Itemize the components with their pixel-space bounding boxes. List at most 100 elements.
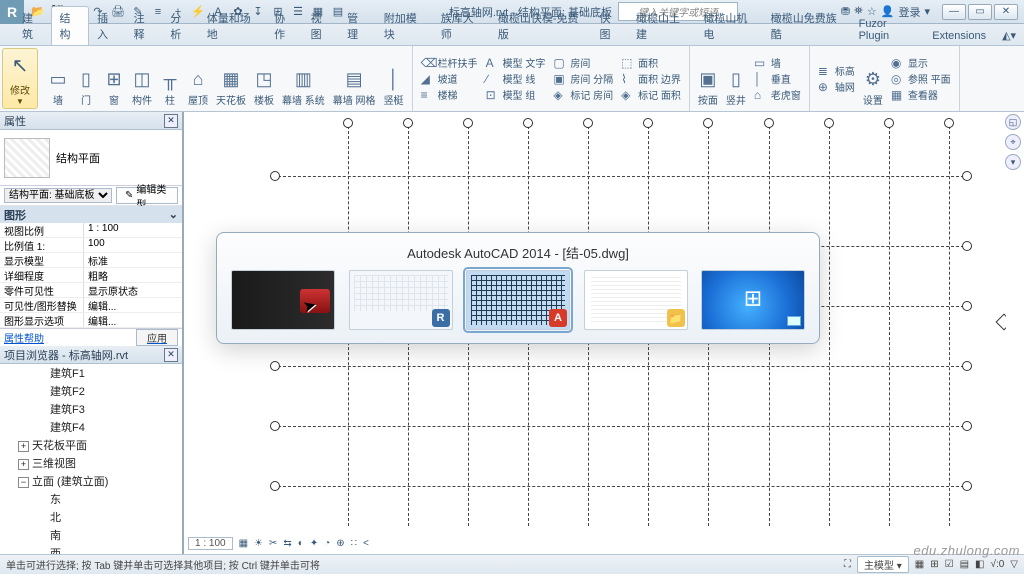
ribbon-button[interactable]: ⌇面积 边界 (621, 71, 681, 86)
property-row[interactable]: 图形显示选项编辑... (0, 313, 182, 328)
grid-bubble[interactable] (962, 361, 972, 371)
ribbon-button[interactable]: ≡楼梯 (421, 87, 478, 102)
ribbon-button[interactable]: ⬚面积 (621, 55, 681, 70)
steering-icon[interactable]: ⌖ (1005, 134, 1021, 150)
edit-type-button[interactable]: ✎编辑类型 (116, 187, 178, 204)
properties-section-graphics[interactable]: 图形⌄ (0, 206, 182, 223)
grid-line-horizontal[interactable] (278, 176, 964, 177)
project-browser[interactable]: 建筑F1建筑F2建筑F3建筑F4+天花板平面+三维视图−立面 (建筑立面)东北南… (0, 364, 182, 554)
tab-manage[interactable]: 管理 (339, 7, 376, 45)
ribbon-button[interactable]: ▯竖井 (722, 48, 750, 109)
ribbon-button[interactable]: ▦天花板 (212, 48, 250, 109)
sun-icon[interactable]: ✂ (269, 538, 277, 549)
reveal-icon[interactable]: ∷ (351, 538, 357, 549)
grid-bubble[interactable] (703, 118, 713, 128)
property-value[interactable]: 标准 (84, 253, 182, 267)
property-value[interactable]: 粗略 (84, 268, 182, 282)
grid-bubble[interactable] (962, 241, 972, 251)
ribbon-button[interactable]: ▣房间 分隔 (553, 71, 613, 86)
hide-icon[interactable]: ⊕ (336, 538, 344, 549)
tree-node[interactable]: 南 (0, 526, 182, 544)
ribbon-button[interactable]: ◫构件 (128, 48, 156, 109)
ribbon-button[interactable]: ∕模型 线 (486, 71, 546, 86)
help-icon[interactable]: ▾ (924, 5, 930, 18)
property-value[interactable]: 显示原状态 (84, 283, 182, 297)
tab-family-master[interactable]: 族库大师 (433, 7, 490, 45)
ribbon-button[interactable]: ▭墙 (44, 48, 72, 109)
crop-region-icon[interactable]: ◔ (324, 538, 330, 549)
tab-analyze[interactable]: 分析 (162, 7, 199, 45)
grid-bubble[interactable] (962, 301, 972, 311)
tree-node[interactable]: 建筑F4 (0, 418, 182, 436)
worksets-selector[interactable]: 主模型 ▾ (857, 556, 909, 573)
grid-bubble[interactable] (962, 421, 972, 431)
viewcube-icon[interactable]: ◱ (1005, 114, 1021, 130)
render-icon[interactable]: ◐ (298, 538, 304, 549)
status-icon[interactable]: √:0 (990, 559, 1004, 570)
tab-view[interactable]: 视图 (303, 7, 340, 45)
tab-collaborate[interactable]: 协作 (266, 7, 303, 45)
grid-bubble[interactable] (403, 118, 413, 128)
detail-icon[interactable]: ▦ (239, 538, 248, 549)
tab-olive-quick[interactable]: 橄榄山快模-免费版 (490, 7, 592, 45)
status-icon[interactable]: ▤ (960, 559, 969, 570)
property-value[interactable]: 1 : 100 (84, 223, 182, 237)
ribbon-button[interactable]: ▣按面 (694, 48, 722, 109)
ribbon-button[interactable]: ◎参照 平面 (891, 71, 951, 86)
tab-insert[interactable]: 插入 (89, 7, 126, 45)
modify-button[interactable]: ↖ 修改 ▼ (2, 48, 38, 109)
tab-kuaitu[interactable]: 快图 (591, 7, 628, 45)
ribbon-button[interactable]: ◳楼板 (250, 48, 278, 109)
grid-bubble[interactable] (764, 118, 774, 128)
tree-node[interactable]: 建筑F3 (0, 400, 182, 418)
grid-bubble[interactable] (643, 118, 653, 128)
status-icon[interactable]: ◧ (975, 559, 984, 570)
ribbon-button[interactable]: ⌂屋顶 (184, 48, 212, 109)
ribbon-collapse-icon[interactable]: ◭▾ (994, 26, 1024, 45)
grid-line-vertical[interactable] (889, 126, 890, 526)
grid-line-horizontal[interactable] (278, 366, 964, 367)
property-row[interactable]: 零件可见性显示原状态 (0, 283, 182, 298)
properties-close-icon[interactable]: ✕ (164, 114, 178, 128)
tab-annotate[interactable]: 注释 (126, 7, 163, 45)
ribbon-button[interactable]: ▥幕墙 系统 (278, 48, 329, 109)
tab-olive-mep[interactable]: 橄榄山机电 (695, 7, 762, 45)
ribbon-button[interactable]: │垂直 (754, 71, 801, 86)
ribbon-button[interactable]: ⌫栏杆扶手 (421, 55, 478, 70)
expand-icon[interactable]: + (18, 441, 29, 452)
ribbon-button[interactable]: ▦查看器 (891, 87, 951, 102)
minimize-button[interactable]: — (942, 4, 966, 20)
alt-tab-thumb[interactable] (701, 270, 805, 330)
properties-help-link[interactable]: 属性帮助 (4, 330, 44, 345)
ribbon-button[interactable]: ⚙设置 (859, 48, 887, 109)
ribbon-button[interactable]: ≣标高 (818, 63, 855, 78)
ribbon-button[interactable]: A模型 文字 (486, 55, 546, 70)
ribbon-button[interactable]: ▢房间 (553, 55, 613, 70)
crop-icon[interactable]: ✦ (310, 538, 318, 549)
expand-icon[interactable]: + (18, 459, 29, 470)
tab-architecture[interactable]: 建筑 (14, 7, 51, 45)
tree-node[interactable]: 建筑F1 (0, 364, 182, 382)
property-row[interactable]: 比例值 1:100 (0, 238, 182, 253)
grid-line-vertical[interactable] (949, 126, 950, 526)
property-value[interactable]: 编辑... (84, 298, 182, 312)
grid-bubble[interactable] (962, 481, 972, 491)
tab-fuzor[interactable]: Fuzor Plugin (851, 15, 925, 45)
apply-button[interactable]: 应用 (136, 329, 178, 346)
ribbon-button[interactable]: ▤幕墙 网格 (329, 48, 380, 109)
grid-line-horizontal[interactable] (278, 426, 964, 427)
grid-line-horizontal[interactable] (278, 486, 964, 487)
close-button[interactable]: ✕ (994, 4, 1018, 20)
tree-node[interactable]: +三维视图 (0, 454, 182, 472)
tab-extensions[interactable]: Extensions (924, 27, 994, 45)
elevation-marker[interactable] (996, 314, 1006, 331)
ribbon-button[interactable]: ◈标记 房间 (553, 87, 613, 102)
tree-node[interactable]: 北 (0, 508, 182, 526)
grid-bubble[interactable] (270, 171, 280, 181)
instance-selector[interactable]: 结构平面: 基础底板 (4, 188, 112, 203)
tab-addins[interactable]: 附加模块 (376, 7, 433, 45)
ribbon-button[interactable]: ╥柱 (156, 48, 184, 109)
ribbon-button[interactable]: ◢坡道 (421, 71, 478, 86)
shadows-icon[interactable]: ⇆ (283, 538, 291, 549)
alt-tab-thumb[interactable]: R (349, 270, 453, 330)
